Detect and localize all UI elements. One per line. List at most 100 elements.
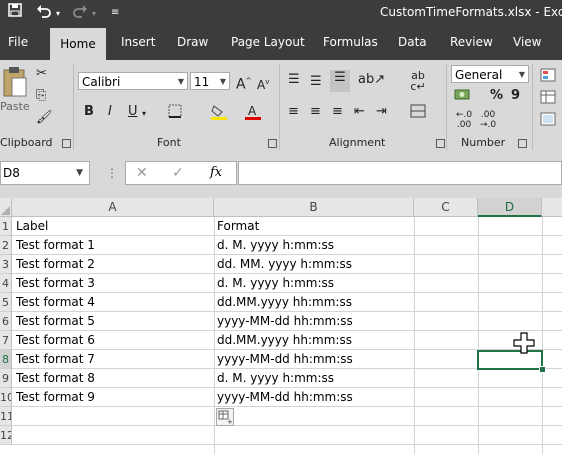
font-launcher-icon[interactable] <box>268 139 277 148</box>
wrap-text-icon[interactable]: ab c↵ <box>410 70 426 92</box>
font-size-combo[interactable]: 11 ▼ <box>190 72 230 90</box>
customize-qat-icon[interactable]: ≡ <box>111 4 119 22</box>
cell-a10[interactable]: Test format 9 <box>16 388 212 407</box>
tab-page-layout[interactable]: Page Layout <box>231 35 305 49</box>
row-header[interactable]: 10 <box>0 388 12 407</box>
cell-a5[interactable]: Test format 4 <box>16 293 212 312</box>
italic-button[interactable]: I <box>108 104 112 120</box>
align-center-icon[interactable]: ≡ <box>310 104 321 120</box>
cell-a8[interactable]: Test format 7 <box>16 350 212 369</box>
increase-indent-icon[interactable]: ⇥ <box>376 104 387 120</box>
cell-b2[interactable]: d. M. yyyy h:mm:ss <box>217 236 412 255</box>
cell-a4[interactable]: Test format 3 <box>16 274 212 293</box>
paste-button[interactable] <box>0 64 30 104</box>
align-top-icon[interactable]: ☰ <box>288 72 300 88</box>
insert-function-button[interactable]: fx <box>210 165 222 180</box>
decrease-font-icon[interactable]: Av <box>257 74 269 93</box>
number-format-combo[interactable]: General ▼ <box>451 65 529 83</box>
align-right-icon[interactable]: ≡ <box>332 104 343 120</box>
copy-icon[interactable]: ⎘ <box>36 88 46 104</box>
cell-b3[interactable]: dd. MM. yyyy h:mm:ss <box>217 255 412 274</box>
number-launcher-icon[interactable] <box>518 139 527 148</box>
clipboard-launcher-icon[interactable] <box>62 139 71 148</box>
cell-b10[interactable]: yyyy-MM-dd hh:mm:ss <box>217 388 412 407</box>
cell-b6[interactable]: yyyy-MM-dd hh:mm:ss <box>217 312 412 331</box>
format-painter-icon[interactable]: 🖌 <box>36 110 53 126</box>
orientation-icon[interactable]: ab↗ <box>358 72 385 88</box>
redo-icon[interactable] <box>72 3 88 24</box>
tab-formulas[interactable]: Formulas <box>323 35 378 49</box>
decrease-decimal-icon[interactable]: .00 →.0 <box>480 110 496 130</box>
conditional-formatting-icon[interactable] <box>540 68 556 87</box>
chevron-down-icon[interactable]: ▼ <box>76 162 83 184</box>
column-header-a[interactable]: A <box>12 198 214 217</box>
cell-b5[interactable]: dd.MM.yyyy hh:mm:ss <box>217 293 412 312</box>
quick-analysis-icon[interactable]: + <box>216 408 234 426</box>
borders-icon[interactable] <box>168 104 182 123</box>
tab-home[interactable]: Home <box>50 28 106 60</box>
merge-center-icon[interactable] <box>410 104 426 123</box>
decrease-indent-icon[interactable]: ⇤ <box>354 104 365 120</box>
fill-handle[interactable] <box>539 366 546 373</box>
percent-style-button[interactable]: % <box>490 88 503 104</box>
row-header[interactable]: 8 <box>0 350 12 369</box>
row-header[interactable]: 9 <box>0 369 12 388</box>
cell-a2[interactable]: Test format 1 <box>16 236 212 255</box>
column-header-e[interactable] <box>542 198 562 217</box>
font-color-icon[interactable]: A <box>244 103 262 126</box>
column-header-d[interactable]: D <box>478 198 542 217</box>
redo-dropdown-icon[interactable]: ▾ <box>92 5 96 23</box>
cut-icon[interactable]: ✂ <box>36 66 47 82</box>
tab-insert[interactable]: Insert <box>121 35 155 49</box>
worksheet-grid[interactable]: A B C D 1 Label Format 2 Test format 1 d. M. … <box>0 198 562 454</box>
row-header[interactable]: 12 <box>0 426 12 445</box>
alignment-launcher-icon[interactable] <box>436 139 445 148</box>
cell-b7[interactable]: dd.MM.yyyy hh:mm:ss <box>217 331 412 350</box>
increase-font-icon[interactable]: A^ <box>236 73 251 93</box>
row-header[interactable]: 5 <box>0 293 12 312</box>
cell-a1[interactable]: Label <box>16 217 212 236</box>
row-header[interactable]: 3 <box>0 255 12 274</box>
cell-a3[interactable]: Test format 2 <box>16 255 212 274</box>
underline-dropdown-icon[interactable]: ▾ <box>142 106 146 122</box>
column-header-b[interactable]: B <box>214 198 414 217</box>
tab-draw[interactable]: Draw <box>177 35 208 49</box>
formula-input[interactable] <box>238 161 562 185</box>
more-options-icon[interactable]: ⋮ <box>106 166 118 180</box>
align-bottom-icon[interactable]: ☰ <box>330 70 350 92</box>
row-header[interactable]: 4 <box>0 274 12 293</box>
align-left-icon[interactable]: ≡ <box>288 104 299 120</box>
align-middle-icon[interactable]: ☰ <box>310 74 322 90</box>
column-header-c[interactable]: C <box>414 198 478 217</box>
font-name-combo[interactable]: Calibri ▼ <box>78 72 188 90</box>
select-all-corner[interactable] <box>0 198 12 217</box>
cell-a9[interactable]: Test format 8 <box>16 369 212 388</box>
row-header[interactable]: 11 <box>0 407 12 426</box>
cell-styles-icon[interactable] <box>540 112 556 131</box>
tab-view[interactable]: View <box>513 35 541 49</box>
name-box[interactable]: D8 ▼ <box>0 161 90 185</box>
enter-icon[interactable]: ✓ <box>172 165 184 181</box>
tab-review[interactable]: Review <box>450 35 493 49</box>
tab-file[interactable]: File <box>8 35 28 49</box>
cell-b1[interactable]: Format <box>217 217 412 236</box>
underline-button[interactable]: U <box>128 104 138 120</box>
undo-icon[interactable] <box>36 3 52 24</box>
fill-color-icon[interactable] <box>210 103 228 126</box>
cell-b9[interactable]: d. M. yyyy h:mm:ss <box>217 369 412 388</box>
row-header[interactable]: 1 <box>0 217 12 236</box>
bold-button[interactable]: B <box>84 104 94 120</box>
save-icon[interactable] <box>8 3 22 22</box>
cell-b8[interactable]: yyyy-MM-dd hh:mm:ss <box>217 350 412 369</box>
row-header[interactable]: 6 <box>0 312 12 331</box>
cancel-icon[interactable]: ✕ <box>136 165 148 181</box>
comma-style-button[interactable]: 9 <box>511 88 520 104</box>
cell-a6[interactable]: Test format 5 <box>16 312 212 331</box>
accounting-format-icon[interactable] <box>454 88 472 107</box>
row-header[interactable]: 2 <box>0 236 12 255</box>
increase-decimal-icon[interactable]: ←.0.00 <box>456 110 472 130</box>
undo-dropdown-icon[interactable]: ▾ <box>56 5 60 23</box>
format-as-table-icon[interactable] <box>540 90 556 109</box>
cell-a7[interactable]: Test format 6 <box>16 331 212 350</box>
tab-data[interactable]: Data <box>398 35 427 49</box>
